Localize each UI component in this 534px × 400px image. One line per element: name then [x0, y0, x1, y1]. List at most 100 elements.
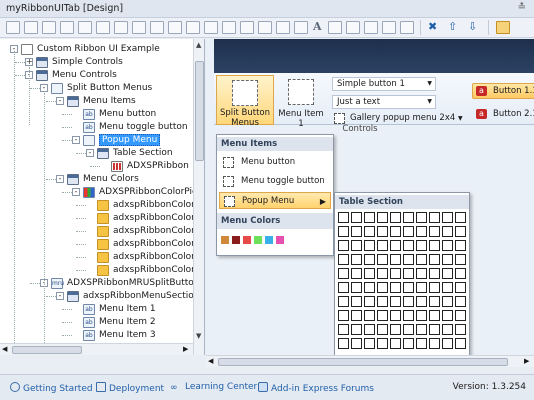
table-cell[interactable] — [403, 310, 414, 321]
toolbar-table-icon[interactable] — [240, 21, 254, 34]
table-cell[interactable] — [390, 310, 401, 321]
table-cell[interactable] — [390, 212, 401, 223]
delete-icon[interactable]: ✖ — [428, 20, 437, 34]
tree-node[interactable]: adxspRibbonColor6 — [113, 264, 201, 277]
collapse-icon[interactable]: - — [72, 136, 80, 144]
table-cell[interactable] — [416, 324, 427, 335]
scroll-down-icon[interactable]: ▼ — [196, 332, 201, 340]
table-cell[interactable] — [429, 240, 440, 251]
toolbar-menuitem-icon[interactable] — [364, 21, 378, 34]
table-cell[interactable] — [429, 254, 440, 265]
table-cell[interactable] — [455, 268, 466, 279]
table-cell[interactable] — [351, 310, 362, 321]
table-cell[interactable] — [403, 240, 414, 251]
table-cell[interactable] — [416, 310, 427, 321]
toolbar-button-icon[interactable] — [42, 21, 56, 34]
scroll-left-icon[interactable]: ◀ — [208, 357, 213, 365]
table-cell[interactable] — [429, 324, 440, 335]
tree-node[interactable]: adxspRibbonColor5 — [113, 251, 201, 264]
simple-button-combo[interactable]: Simple button 1 ▼ — [332, 77, 436, 91]
table-cell[interactable] — [338, 240, 349, 251]
table-cell[interactable] — [377, 338, 388, 349]
split-button-menus[interactable]: Split Button Menus — [216, 75, 274, 128]
collapse-icon[interactable]: - — [72, 188, 80, 196]
toolbar-tasks-icon[interactable] — [400, 21, 414, 34]
table-cell[interactable] — [390, 324, 401, 335]
tree-scroll-thumb[interactable] — [195, 61, 204, 161]
table-cell[interactable] — [338, 254, 349, 265]
table-cell[interactable] — [364, 212, 375, 223]
toolbar-combobox-icon[interactable] — [150, 21, 164, 34]
popup-menu-item[interactable]: Popup Menu ▶ — [219, 192, 331, 209]
toolbar-list-icon[interactable] — [276, 21, 290, 34]
table-cell[interactable] — [455, 254, 466, 265]
table-cell[interactable] — [416, 212, 427, 223]
color-swatch[interactable] — [232, 236, 240, 244]
tree-node[interactable]: Split Button Menus — [67, 82, 152, 95]
toolbar-menu-icon[interactable] — [168, 21, 182, 34]
export-icon[interactable] — [496, 21, 510, 34]
table-cell[interactable] — [416, 268, 427, 279]
table-cell[interactable] — [351, 226, 362, 237]
menu-button-item[interactable]: Menu button — [219, 154, 331, 171]
toolbar-colorpicker-icon[interactable] — [346, 21, 360, 34]
collapse-icon[interactable]: - — [56, 97, 64, 105]
table-cell[interactable] — [377, 310, 388, 321]
table-cell[interactable] — [455, 324, 466, 335]
table-cell[interactable] — [377, 296, 388, 307]
color-swatch[interactable] — [254, 236, 262, 244]
table-cell[interactable] — [338, 324, 349, 335]
table-cell[interactable] — [442, 310, 453, 321]
tree-node[interactable]: adxspRibbonColor4 — [113, 238, 201, 251]
getting-started-link[interactable]: Getting Started — [10, 382, 93, 394]
move-down-icon[interactable]: ⇩ — [468, 20, 477, 34]
tree-node[interactable]: Simple Controls — [52, 56, 123, 69]
table-cell[interactable] — [364, 282, 375, 293]
table-cell[interactable] — [351, 268, 362, 279]
table-cell[interactable] — [338, 310, 349, 321]
tree-node[interactable]: Menu Items — [83, 95, 136, 108]
tree-node[interactable]: adxspRibbonColor2 — [113, 212, 201, 225]
table-cell[interactable] — [403, 282, 414, 293]
table-cell[interactable] — [364, 254, 375, 265]
table-cell[interactable] — [403, 338, 414, 349]
table-cell[interactable] — [364, 268, 375, 279]
table-cell[interactable] — [390, 254, 401, 265]
table-cell[interactable] — [455, 338, 466, 349]
toolbar-editbox-icon[interactable] — [132, 21, 146, 34]
toolbar-backstage-icon[interactable] — [382, 21, 396, 34]
menu-item-1-button[interactable]: Menu Item 1 — [276, 75, 326, 129]
collapse-icon[interactable]: - — [56, 175, 64, 183]
table-cell[interactable] — [403, 226, 414, 237]
table-cell[interactable] — [351, 338, 362, 349]
tree-node[interactable]: Popup Menu — [99, 134, 161, 147]
table-cell[interactable] — [442, 268, 453, 279]
table-cell[interactable] — [364, 226, 375, 237]
table-cell[interactable] — [442, 212, 453, 223]
table-cell[interactable] — [416, 338, 427, 349]
scroll-right-icon[interactable]: ▶ — [524, 357, 529, 365]
table-cell[interactable] — [429, 268, 440, 279]
table-cell[interactable] — [403, 212, 414, 223]
tree-node[interactable]: ADXSPRibbonColorPic — [99, 186, 197, 199]
table-cell[interactable] — [429, 212, 440, 223]
expand-icon[interactable]: + — [25, 58, 33, 66]
table-cell[interactable] — [429, 310, 440, 321]
forums-link[interactable]: Add-in Express Forums — [258, 382, 374, 394]
table-cell[interactable] — [416, 254, 427, 265]
collapse-icon[interactable]: - — [40, 84, 48, 92]
table-cell[interactable] — [442, 338, 453, 349]
tree-node[interactable]: Menu Item 1 — [99, 303, 156, 316]
table-cell[interactable] — [351, 212, 362, 223]
tree-node[interactable]: Custom Ribbon UI Example — [37, 43, 160, 56]
tree-node[interactable]: Menu Colors — [83, 173, 139, 186]
tree-node[interactable]: Menu toggle button — [99, 121, 188, 134]
table-cell[interactable] — [416, 240, 427, 251]
table-cell[interactable] — [416, 226, 427, 237]
tree-node[interactable]: Menu Item 3 — [99, 329, 156, 342]
table-cell[interactable] — [390, 338, 401, 349]
table-cell[interactable] — [455, 240, 466, 251]
table-cell[interactable] — [390, 240, 401, 251]
table-cell[interactable] — [377, 226, 388, 237]
toolbar-tab-icon[interactable] — [6, 21, 20, 34]
